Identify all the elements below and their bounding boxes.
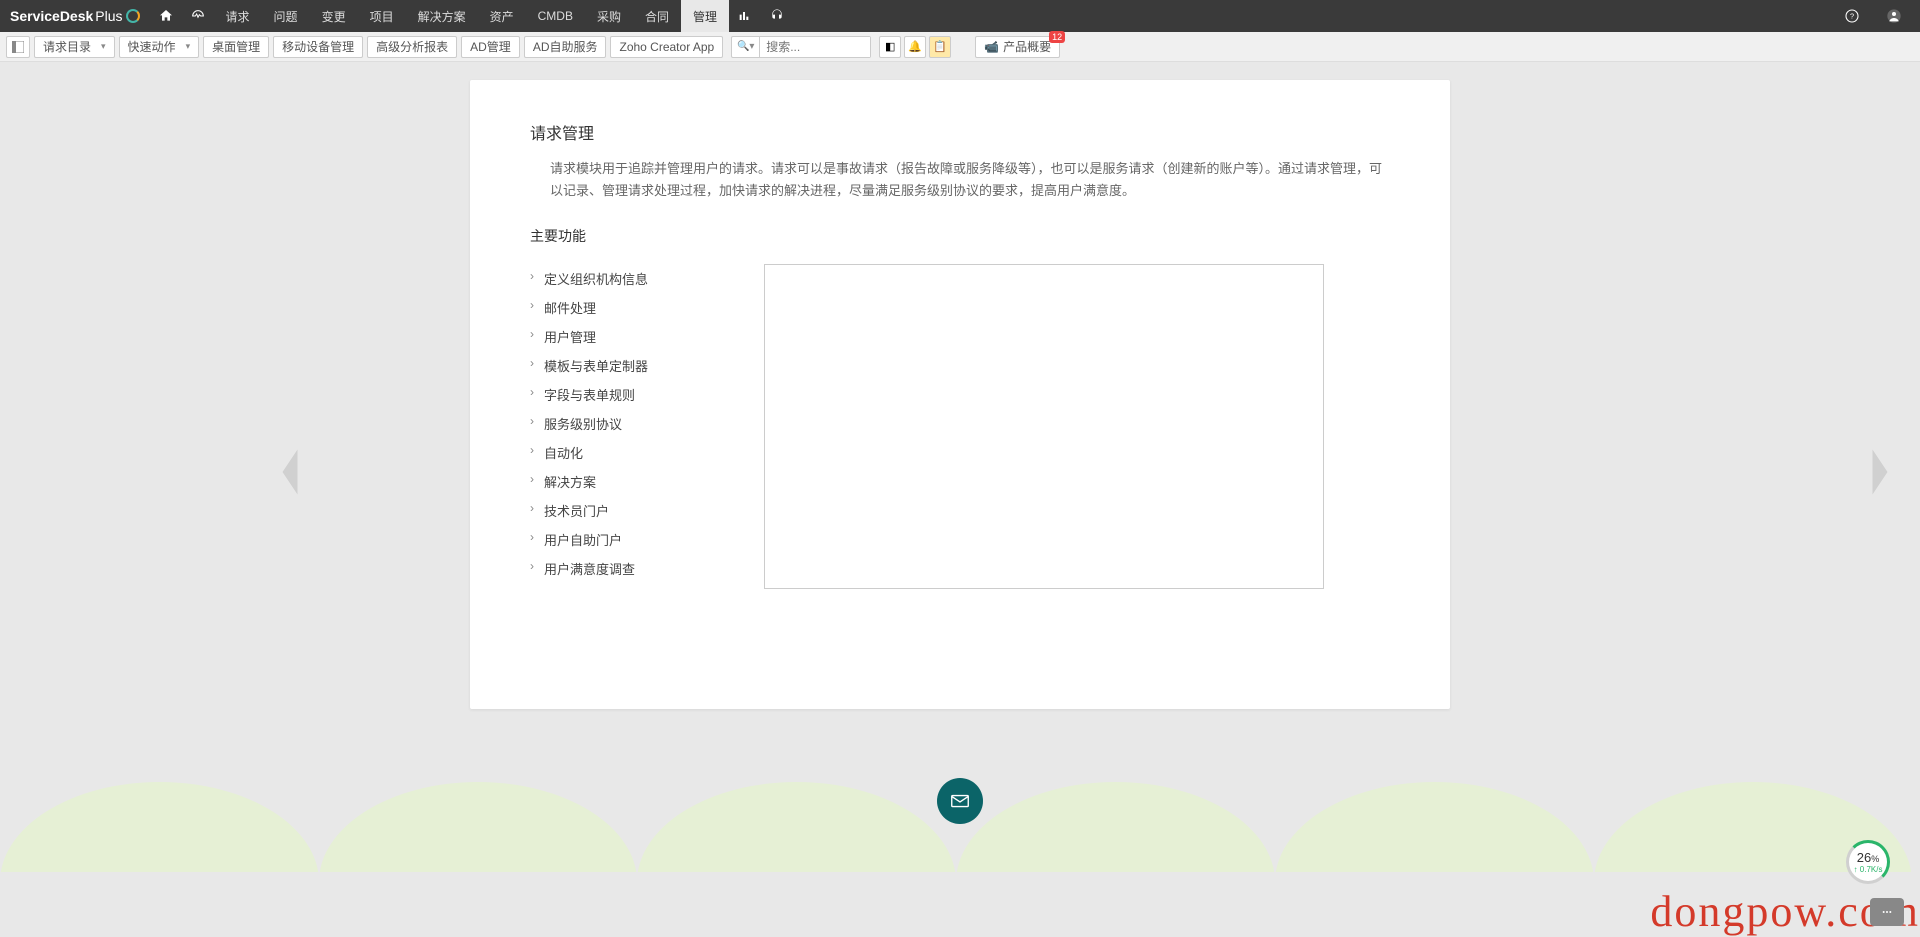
card-title: 请求管理 [530,120,1390,144]
ad-selfservice-button[interactable]: AD自助服务 [524,36,607,58]
zoho-creator-button[interactable]: Zoho Creator App [610,36,723,58]
topbar: ServiceDesk Plus 请求问题变更项目解决方案资产CMDB采购合同管… [0,0,1920,32]
card-description: 请求模块用于追踪并管理用户的请求。请求可以是事故请求（报告故障或服务降级等），也… [550,158,1390,202]
calendar-icon[interactable]: 📋 [929,36,951,58]
help-icon[interactable]: ? [1836,0,1868,32]
feature-item-5[interactable]: 服务级别协议 [530,409,740,438]
feature-list: 定义组织机构信息邮件处理用户管理模板与表单定制器字段与表单规则服务级别协议自动化… [530,264,740,589]
nav-item-8[interactable]: 合同 [633,0,681,32]
mail-button[interactable] [937,778,983,824]
feature-item-6[interactable]: 自动化 [530,438,740,467]
svg-text:?: ? [1850,12,1854,21]
product-overview-label: 产品概要 [1003,38,1051,55]
prev-arrow[interactable] [270,442,310,502]
feature-item-9[interactable]: 用户自助门户 [530,525,740,554]
logo-bold: ServiceDesk [10,8,93,24]
badge-count: 12 [1049,31,1065,43]
feature-item-4[interactable]: 字段与表单规则 [530,380,740,409]
features-title: 主要功能 [530,226,1390,246]
logo-light: Plus [95,8,122,24]
preview-box [764,264,1324,589]
user-icon[interactable] [1878,0,1910,32]
feature-item-0[interactable]: 定义组织机构信息 [530,264,740,293]
net-speed: ↑ 0.7K/s [1854,865,1883,874]
logo-swirl-icon [126,9,140,23]
toolbar-icon-group: ◧ 🔔 📋 [879,36,951,58]
dashboard-icon[interactable] [182,0,214,32]
card-body: 定义组织机构信息邮件处理用户管理模板与表单定制器字段与表单规则服务级别协议自动化… [530,264,1390,589]
mobile-mgmt-button[interactable]: 移动设备管理 [273,36,363,58]
reports-icon[interactable] [729,0,761,32]
nav-item-6[interactable]: CMDB [526,0,585,32]
analytics-button[interactable]: 高级分析报表 [367,36,457,58]
feature-item-8[interactable]: 技术员门户 [530,496,740,525]
nav-item-4[interactable]: 解决方案 [406,0,478,32]
nav-item-5[interactable]: 资产 [478,0,526,32]
sidebar-toggle-icon[interactable] [6,36,30,58]
product-overview-button[interactable]: 📹 产品概要 12 [975,36,1060,58]
feature-item-3[interactable]: 模板与表单定制器 [530,351,740,380]
feature-item-10[interactable]: 用户满意度调查 [530,554,740,583]
feature-item-2[interactable]: 用户管理 [530,322,740,351]
feature-item-7[interactable]: 解决方案 [530,467,740,496]
card: 请求管理 请求模块用于追踪并管理用户的请求。请求可以是事故请求（报告故障或服务降… [470,80,1450,709]
home-icon[interactable] [150,0,182,32]
net-percent: 26% [1857,850,1879,865]
quick-action-dropdown[interactable]: 快速动作 [119,36,200,58]
request-catalog-dropdown[interactable]: 请求目录 [34,36,115,58]
support-icon[interactable] [761,0,793,32]
toolbar: 请求目录 快速动作 桌面管理 移动设备管理 高级分析报表 AD管理 AD自助服务… [0,32,1920,62]
nav-item-2[interactable]: 变更 [310,0,358,32]
nav-item-1[interactable]: 问题 [262,0,310,32]
ad-mgmt-button[interactable]: AD管理 [461,36,520,58]
next-arrow[interactable] [1860,442,1900,502]
feature-item-1[interactable]: 邮件处理 [530,293,740,322]
nav-item-9[interactable]: 管理 [681,0,729,32]
desktop-mgmt-button[interactable]: 桌面管理 [203,36,269,58]
search-input[interactable] [760,37,870,57]
chat-icon[interactable] [1870,898,1904,926]
topbar-right: ? [1836,0,1910,32]
nav-item-3[interactable]: 项目 [358,0,406,32]
logo[interactable]: ServiceDesk Plus [10,8,140,24]
nav-items: 请求问题变更项目解决方案资产CMDB采购合同管理 [214,0,729,32]
search-box: 🔍▾ [731,36,871,58]
nav-item-0[interactable]: 请求 [214,0,262,32]
notification-icon[interactable]: 🔔 [904,36,926,58]
recent-icon[interactable]: ◧ [879,36,901,58]
network-widget[interactable]: 26% ↑ 0.7K/s [1846,840,1890,884]
search-scope-icon[interactable]: 🔍▾ [732,37,760,57]
content-wrap: 请求管理 请求模块用于追踪并管理用户的请求。请求可以是事故请求（报告故障或服务降… [0,62,1920,932]
nav-item-7[interactable]: 采购 [585,0,633,32]
